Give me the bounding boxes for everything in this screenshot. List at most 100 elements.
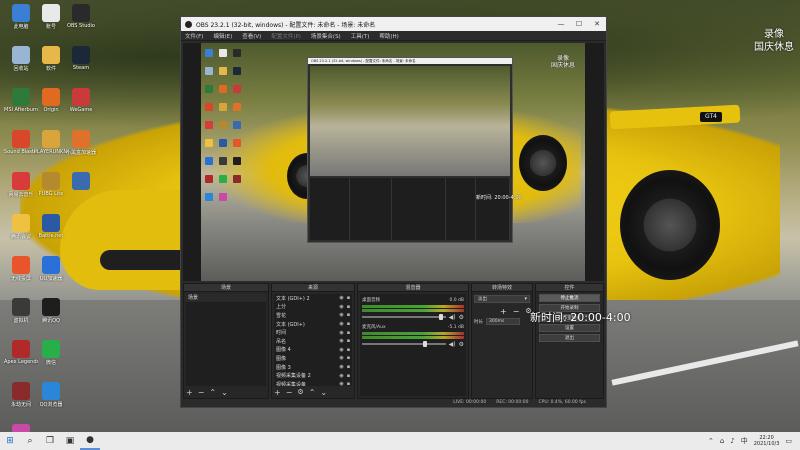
visibility-eye-icon[interactable]: ◉: [338, 312, 345, 318]
lock-icon[interactable]: ▪: [345, 355, 352, 361]
visibility-eye-icon[interactable]: ◉: [338, 321, 345, 327]
lock-icon[interactable]: ▪: [345, 347, 352, 353]
source-properties-gear-icon[interactable]: ⚙: [297, 388, 303, 396]
desktop-shortcut[interactable]: 无线投屏: [4, 256, 38, 282]
lock-icon[interactable]: ▪: [345, 338, 352, 344]
visibility-eye-icon[interactable]: ◉: [338, 295, 345, 301]
sources-list[interactable]: 文本 (GDI+) 2 ◉ ▪ 上分 ◉ ▪ 雪花 ◉ ▪ 文本 (GDI+) ◉ ▪ 时间 ◉ ▪ 吊名 ◉ ▪…: [274, 294, 352, 386]
add-source-icon[interactable]: +: [274, 388, 281, 397]
network-icon[interactable]: ⌂: [720, 437, 724, 445]
desktop-shortcut[interactable]: [64, 172, 98, 191]
menu-tools[interactable]: 工具(T): [351, 32, 370, 40]
visibility-eye-icon[interactable]: ◉: [338, 347, 345, 353]
source-move-down-icon[interactable]: ⌄: [320, 388, 327, 397]
source-move-up-icon[interactable]: ⌃: [309, 388, 316, 397]
add-scene-icon[interactable]: +: [186, 388, 193, 397]
remove-scene-icon[interactable]: −: [198, 388, 205, 397]
move-down-icon[interactable]: ⌄: [221, 388, 228, 397]
visibility-eye-icon[interactable]: ◉: [338, 338, 345, 344]
source-item[interactable]: 吊名 ◉ ▪: [274, 337, 352, 346]
remove-source-icon[interactable]: −: [286, 388, 293, 397]
window-titlebar[interactable]: OBS 23.2.1 (32-bit, windows) - 配置文件: 未命名…: [181, 17, 606, 31]
desktop-shortcut[interactable]: 腾讯QQ: [34, 298, 68, 324]
transition-select[interactable]: 淡出 ▾: [474, 295, 530, 303]
remove-transition-icon[interactable]: −: [513, 307, 520, 316]
source-item[interactable]: 雪花 ◉ ▪: [274, 311, 352, 320]
desktop-shortcut[interactable]: Battle.net: [34, 214, 68, 239]
menu-file[interactable]: 文件(F): [185, 32, 203, 40]
desktop-shortcut[interactable]: 永劫无间: [4, 382, 38, 408]
source-item[interactable]: 图像 3 ◉ ▪: [274, 363, 352, 372]
visibility-eye-icon[interactable]: ◉: [338, 330, 345, 336]
speaker-icon[interactable]: ◀): [449, 341, 456, 348]
volume-slider[interactable]: [362, 341, 446, 347]
lock-icon[interactable]: ▪: [345, 312, 352, 318]
gear-icon[interactable]: ⚙: [459, 341, 464, 348]
desktop-shortcut[interactable]: Steam: [64, 46, 98, 71]
lock-icon[interactable]: ▪: [345, 364, 352, 370]
stop-streaming-button[interactable]: 停止推流: [539, 294, 600, 302]
volume-slider-handle[interactable]: [439, 314, 444, 320]
visibility-eye-icon[interactable]: ◉: [338, 373, 345, 379]
visibility-eye-icon[interactable]: ◉: [338, 364, 345, 370]
taskbar-obs-icon[interactable]: ●: [80, 432, 100, 450]
source-item[interactable]: 视频采集设备 2 ◉ ▪: [274, 371, 352, 380]
desktop-shortcut[interactable]: QQ浏览器: [34, 382, 68, 408]
task-view-icon[interactable]: ❐: [40, 432, 60, 450]
gear-icon[interactable]: ⚙: [459, 314, 464, 321]
add-transition-icon[interactable]: +: [500, 307, 507, 316]
close-button[interactable]: ✕: [588, 17, 606, 31]
desktop-shortcut[interactable]: 账号: [34, 4, 68, 30]
source-item[interactable]: 图像 ◉ ▪: [274, 354, 352, 363]
desktop-shortcut[interactable]: Origin: [34, 88, 68, 113]
lock-icon[interactable]: ▪: [345, 321, 352, 327]
source-item[interactable]: 图像 4 ◉ ▪: [274, 346, 352, 355]
desktop-shortcut[interactable]: WeGame: [64, 88, 98, 113]
desktop-shortcut[interactable]: 软件: [34, 46, 68, 72]
exit-button[interactable]: 退出: [539, 334, 600, 342]
taskbar-clock[interactable]: 22:20 2021/10/3: [754, 435, 780, 447]
menu-help[interactable]: 帮助(H): [379, 32, 398, 40]
desktop-shortcut[interactable]: 微信: [34, 340, 68, 366]
desktop-shortcut[interactable]: 网易云音乐: [4, 172, 38, 198]
lock-icon[interactable]: ▪: [345, 304, 352, 310]
desktop-shortcut[interactable]: Sound Blaster: [4, 130, 38, 155]
visibility-eye-icon[interactable]: ◉: [338, 381, 345, 386]
source-item[interactable]: 文本 (GDI+) 2 ◉ ▪: [274, 294, 352, 303]
volume-slider-handle[interactable]: [423, 341, 428, 347]
source-item[interactable]: 上分 ◉ ▪: [274, 303, 352, 312]
visibility-eye-icon[interactable]: ◉: [338, 304, 345, 310]
lock-icon[interactable]: ▪: [345, 330, 352, 336]
desktop-shortcut[interactable]: OBS Studio: [64, 4, 98, 29]
preview-canvas[interactable]: OBS 23.2.1 (32-bit, windows) - 配置文件: 未命名…: [183, 43, 604, 281]
desktop-shortcut[interactable]: UU加速器: [34, 256, 68, 282]
notifications-icon[interactable]: ▭: [785, 437, 792, 445]
desktop-shortcut[interactable]: 腾讯会议: [4, 214, 38, 240]
source-item[interactable]: 时间 ◉ ▪: [274, 328, 352, 337]
desktop-shortcut[interactable]: Apex Legends: [4, 340, 38, 365]
taskbar-search-icon[interactable]: ⌕: [20, 432, 40, 450]
scenes-list[interactable]: 场景: [186, 294, 266, 386]
menu-edit[interactable]: 编辑(E): [213, 32, 232, 40]
maximize-button[interactable]: ☐: [570, 17, 588, 31]
settings-button[interactable]: 设置: [539, 324, 600, 332]
menu-profile[interactable]: 配置文件(P): [271, 32, 301, 40]
desktop-shortcut[interactable]: PUBG Lite: [34, 172, 68, 197]
desktop-shortcut[interactable]: 此电脑: [4, 4, 38, 30]
desktop-shortcut[interactable]: MSI Afterburner: [4, 88, 38, 113]
obs-window[interactable]: OBS 23.2.1 (32-bit, windows) - 配置文件: 未命名…: [180, 16, 607, 408]
tray-chevron-up-icon[interactable]: ⌃: [708, 437, 714, 445]
start-windows-icon[interactable]: ⊞: [0, 432, 20, 450]
lock-icon[interactable]: ▪: [345, 295, 352, 301]
minimize-button[interactable]: —: [552, 17, 570, 31]
source-item[interactable]: 文本 (GDI+) ◉ ▪: [274, 320, 352, 329]
duration-input[interactable]: 300ms: [486, 318, 520, 325]
volume-icon[interactable]: ♪: [730, 437, 734, 445]
move-up-icon[interactable]: ⌃: [209, 388, 216, 397]
desktop-shortcut[interactable]: 虚拟机: [4, 298, 38, 324]
taskbar-app-icon[interactable]: ▣: [60, 432, 80, 450]
menu-scene-collection[interactable]: 场景集合(S): [311, 32, 341, 40]
visibility-eye-icon[interactable]: ◉: [338, 355, 345, 361]
volume-slider[interactable]: [362, 314, 446, 320]
desktop-shortcut[interactable]: PLAYERUNKNOWN'S BATTLEGROUNDS: [34, 130, 68, 155]
